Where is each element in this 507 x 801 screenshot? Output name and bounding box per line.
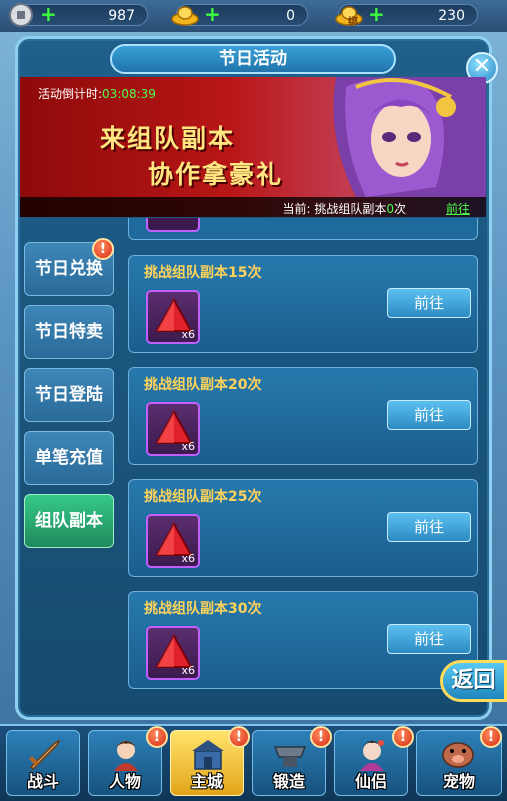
back-button[interactable]: 返回 [440, 660, 507, 702]
task-title: 挑战组队副本25次 [144, 489, 262, 505]
character-art-icon [333, 77, 486, 197]
alert-badge-icon: ! [310, 726, 332, 748]
countdown: 活动倒计时:03:08:39 [38, 85, 156, 102]
tab-label: 节日兑换 [35, 259, 103, 279]
tab-label: 组队副本 [35, 511, 103, 531]
silver-coin-icon [9, 3, 33, 27]
gold-ingot-icon [171, 6, 199, 26]
silver-counter: 987 [14, 4, 148, 26]
tab-team-dungeon[interactable]: 组队副本 [24, 494, 114, 548]
go-button[interactable]: 前往 [387, 288, 471, 318]
companion-icon [360, 740, 384, 771]
tab-label: 节日特卖 [35, 322, 103, 342]
progress-text: 当前: 挑战组队副本0次 [282, 200, 406, 217]
nav-label: 宠物 [442, 772, 475, 791]
alert-badge-icon: ! [392, 726, 414, 748]
tab-festival-login[interactable]: 节日登陆 [24, 368, 114, 422]
go-button[interactable]: 前往 [387, 400, 471, 430]
task-row: 挑战组队副本15次 x6 前往 [128, 255, 478, 353]
reward-qty: x6 [181, 552, 195, 565]
task-title: 挑战组队副本30次 [144, 601, 262, 617]
progress-suffix: 次 [393, 202, 406, 216]
currency-bar: 987 + 0 + 230 绑 + [0, 0, 507, 32]
task-row: 挑战组队副本25次 x6 前往 [128, 479, 478, 577]
go-button[interactable]: 前往 [387, 512, 471, 542]
silver-value: 987 [108, 8, 135, 24]
bound-tag: 绑 [348, 17, 358, 28]
reward-qty: x6 [181, 440, 195, 453]
reward-item[interactable]: x6 [146, 514, 200, 568]
nav-label: 仙侣 [354, 772, 387, 791]
alert-badge-icon: ! [146, 726, 168, 748]
alert-badge-icon: ! [92, 238, 114, 260]
nav-label: 锻造 [272, 772, 305, 791]
go-button[interactable]: 前往 [387, 624, 471, 654]
banner-slogan-line2: 协作拿豪礼 [148, 160, 284, 189]
progress-count: 0 [386, 202, 394, 216]
tab-label: 单笔充值 [35, 448, 103, 468]
add-bound-gold-button[interactable]: + [368, 4, 385, 24]
nav-label: 战斗 [26, 772, 59, 791]
gold-value: 0 [286, 8, 295, 24]
nav-label: 人物 [108, 772, 141, 791]
nav-label: 主城 [190, 772, 223, 791]
reward-item-partial [146, 218, 200, 232]
alert-badge-icon: ! [480, 726, 502, 748]
reward-item[interactable]: x6 [146, 626, 200, 680]
nav-battle[interactable]: 战斗 [6, 730, 80, 796]
tab-label: 节日登陆 [35, 385, 103, 405]
pet-boar-icon [442, 742, 474, 768]
reward-item[interactable]: x6 [146, 290, 200, 344]
progress-prefix: 当前: 挑战组队副本 [282, 202, 387, 216]
task-row: 挑战组队副本30次 x6 前往 [128, 591, 478, 689]
banner-go-link[interactable]: 前往 [446, 200, 470, 217]
city-gate-icon [192, 740, 224, 770]
reward-qty: x6 [181, 664, 195, 677]
sword-icon [29, 739, 61, 771]
alert-badge-icon: ! [228, 726, 250, 748]
event-banner: 活动倒计时:03:08:39 来组队副本 协作拿豪礼 当前: 挑战组队副本0次 … [20, 77, 486, 217]
close-icon: ✕ [472, 54, 492, 79]
add-silver-button[interactable]: + [40, 4, 57, 24]
add-gold-button[interactable]: + [204, 4, 221, 24]
panel-title: 节日活动 [110, 44, 396, 74]
countdown-label: 活动倒计时: [38, 87, 103, 101]
anvil-icon [273, 746, 307, 767]
character-icon [114, 741, 138, 771]
reward-item[interactable]: x6 [146, 402, 200, 456]
tab-single-recharge[interactable]: 单笔充值 [24, 431, 114, 485]
list-item-partial [128, 218, 478, 240]
banner-slogan-line1: 来组队副本 [100, 124, 236, 153]
bound-gold-value: 230 [438, 8, 465, 24]
tab-festival-sale[interactable]: 节日特卖 [24, 305, 114, 359]
task-title: 挑战组队副本20次 [144, 377, 262, 393]
banner-footer: 当前: 挑战组队副本0次 前往 [20, 197, 486, 217]
reward-qty: x6 [181, 328, 195, 341]
task-row: 挑战组队副本20次 x6 前往 [128, 367, 478, 465]
task-title: 挑战组队副本15次 [144, 265, 262, 281]
countdown-value: 03:08:39 [102, 87, 156, 101]
